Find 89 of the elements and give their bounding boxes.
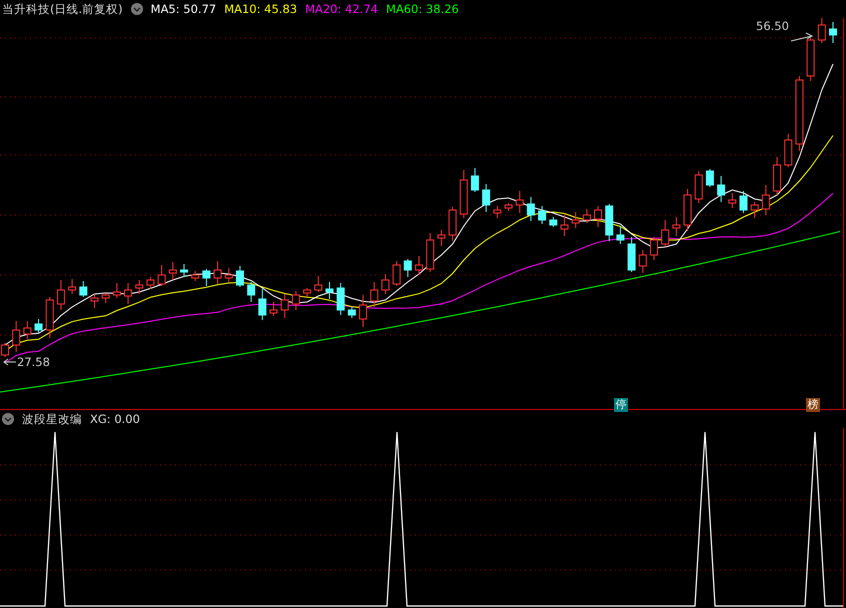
candlestick	[23, 320, 32, 340]
candlestick	[818, 18, 826, 44]
candlestick	[448, 206, 457, 242]
candlestick	[806, 38, 815, 82]
candlestick	[426, 232, 434, 272]
candlestick	[750, 202, 759, 218]
candlestick	[168, 262, 177, 280]
candlestick	[638, 250, 647, 274]
candlestick	[706, 168, 714, 188]
candlestick	[773, 156, 782, 196]
candlestick	[258, 288, 266, 320]
candlestick	[829, 22, 837, 44]
candlestick	[616, 226, 624, 244]
candlestick	[359, 294, 368, 328]
moving-average-value: MA60: 38.26	[386, 1, 459, 18]
candlestick	[247, 282, 256, 302]
candlestick	[582, 208, 591, 224]
candlestick	[202, 268, 210, 286]
candlestick	[404, 258, 412, 278]
candlestick	[1, 342, 9, 358]
low-price-label: 27.58	[17, 355, 50, 369]
candlestick	[12, 320, 20, 352]
candlestick	[661, 220, 670, 248]
candlestick	[572, 212, 580, 228]
candlestick	[381, 274, 390, 294]
moving-average-value: MA20: 42.74	[305, 1, 378, 18]
candlestick	[214, 260, 222, 284]
candlestick	[314, 276, 322, 292]
candlestick	[684, 188, 692, 232]
marker-tag: 榜	[806, 398, 820, 412]
candlestick	[224, 268, 233, 282]
candlestick	[672, 216, 680, 236]
candlestick	[124, 282, 132, 304]
candlestick	[526, 196, 535, 222]
candlestick	[784, 134, 792, 168]
candlestick	[303, 288, 312, 298]
candlestick	[549, 216, 558, 228]
candlestick	[135, 280, 144, 294]
candlestick	[762, 184, 770, 216]
candlestick	[270, 302, 278, 316]
leader-line	[790, 32, 814, 42]
candlestick	[728, 192, 736, 208]
moving-average-value: MA5: 50.77	[150, 1, 216, 18]
stock-title: 当升科技(日线.前复权)	[2, 1, 123, 18]
candlestick	[112, 282, 121, 298]
candlestick	[739, 190, 748, 214]
leader-line	[3, 358, 16, 366]
candlestick	[628, 236, 636, 272]
candlestick	[650, 236, 658, 260]
high-price-label: 56.50	[756, 19, 789, 33]
candlestick	[348, 306, 356, 318]
candlestick	[392, 260, 401, 286]
candlestick	[594, 206, 602, 228]
candlestick	[694, 170, 703, 204]
candlestick	[146, 276, 154, 290]
candlestick	[68, 278, 76, 294]
candlestick	[605, 204, 614, 242]
candlestick	[482, 184, 490, 212]
candlestick	[56, 280, 65, 310]
moving-average-value: MA10: 45.83	[224, 1, 298, 18]
candlestick	[516, 190, 524, 214]
candlestick	[79, 280, 88, 298]
candlestick	[34, 318, 43, 334]
candlestick	[370, 282, 378, 308]
candlestick	[415, 256, 423, 276]
indicator-name: 波段星改编	[22, 411, 82, 428]
dropdown-icon[interactable]	[2, 413, 14, 425]
candlestick	[470, 168, 479, 192]
candlestick	[493, 206, 502, 218]
candlestick	[460, 170, 468, 218]
candlestick	[158, 264, 166, 286]
candlestick	[236, 266, 244, 288]
candlestick	[504, 202, 513, 212]
marker-tag: 停	[614, 398, 628, 412]
candlestick	[437, 230, 446, 246]
candlestick	[102, 292, 110, 304]
candlestick	[46, 296, 54, 338]
candlestick	[336, 282, 345, 316]
candlestick	[538, 206, 546, 224]
candlestick	[325, 282, 334, 300]
candlestick	[280, 294, 289, 318]
indicator-value: XG: 0.00	[90, 411, 140, 428]
candlestick	[180, 264, 188, 278]
candlestick	[292, 290, 300, 310]
candlestick	[717, 176, 726, 202]
dropdown-icon[interactable]	[130, 3, 143, 15]
candlestick	[191, 270, 200, 282]
candlestick	[560, 214, 568, 236]
candlestick	[90, 294, 99, 308]
